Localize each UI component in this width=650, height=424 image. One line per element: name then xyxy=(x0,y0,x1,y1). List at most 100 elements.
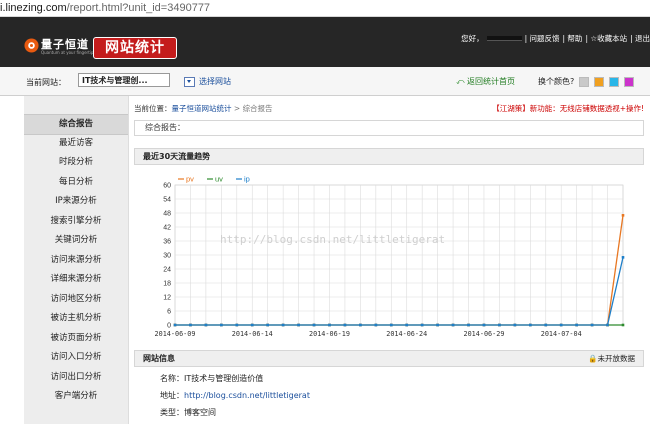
data-point-ip xyxy=(389,323,393,327)
y-tick-label: 6 xyxy=(167,309,171,316)
watermark-text: http://blog.csdn.net/littletigerat xyxy=(220,233,445,246)
site-type-label: 类型： xyxy=(160,408,184,417)
data-point-ip xyxy=(451,323,455,327)
data-point-ip xyxy=(590,323,594,327)
data-point-ip xyxy=(359,323,362,327)
data-point-ip xyxy=(343,323,347,327)
data-point-ip xyxy=(189,323,192,327)
y-tick-label: 54 xyxy=(163,197,171,204)
lock-icon: 🔒 xyxy=(588,354,598,363)
skin-label: 换个颜色? xyxy=(538,77,575,86)
y-tick-label: 30 xyxy=(163,253,171,260)
y-tick-label: 48 xyxy=(163,211,171,218)
report-sidebar: 综合报告 最近访客 时段分析 每日分析 IP来源分析 搜索引擎分析 关键词分析 … xyxy=(24,96,129,424)
data-point-ip xyxy=(575,323,578,327)
data-point-ip xyxy=(173,323,177,327)
legend-label-ip: ip xyxy=(244,175,250,184)
data-point-ip xyxy=(467,323,470,327)
main-content: 当前位置：量子恒道网站统计 > 综合报告 【江湖策】新功能：无线店铺数据透视+操… xyxy=(134,96,644,424)
x-tick-label: 2014-06-24 xyxy=(386,330,427,338)
back-home-link[interactable]: ⤺ 返回统计首页 xyxy=(456,76,515,87)
data-point-ip xyxy=(621,256,625,259)
data-point-ip xyxy=(436,323,439,327)
current-site-label: 当前网站： xyxy=(26,78,66,87)
site-type-value: 博客空间 xyxy=(184,408,216,417)
current-site-select[interactable]: IT技术与管理创... xyxy=(78,73,170,87)
top-links: 您好， | 问题反馈 | 帮助 | ☆收藏本站 | 退出 xyxy=(458,33,650,44)
logout-link[interactable]: | 退出 xyxy=(630,33,650,44)
skin-swatch-orange[interactable] xyxy=(594,76,605,87)
data-point-ip xyxy=(374,323,378,327)
logo-subtext: Quantum at your fingertips xyxy=(41,50,96,55)
data-point-ip xyxy=(529,323,532,327)
x-tick-label: 2014-06-19 xyxy=(309,330,350,338)
y-tick-label: 36 xyxy=(163,239,171,246)
sidebar-item-visit-source[interactable]: 访问来源分析 xyxy=(24,251,128,270)
breadcrumb-home-link[interactable]: 量子恒道网站统计 xyxy=(172,104,232,113)
sidebar-item-search-engine[interactable]: 搜索引擎分析 xyxy=(24,212,128,231)
site-address-link[interactable]: http://blog.csdn.net/littletigerat xyxy=(184,391,310,400)
data-point-ip xyxy=(281,323,285,327)
sidebar-item-keywords[interactable]: 关键词分析 xyxy=(24,231,128,250)
summary-box: 综合报告： xyxy=(134,120,644,136)
address-bar[interactable]: i.linezing.com/report.html?unit_id=34907… xyxy=(0,0,650,16)
sidebar-item-client[interactable]: 客户端分析 xyxy=(24,387,128,406)
data-point-ip xyxy=(513,323,517,327)
site-address-row: 地址：http://blog.csdn.net/littletigerat xyxy=(160,390,310,401)
top-header: 量子恒道 Quantum at your fingertips 网站统计 您好，… xyxy=(0,17,650,67)
skin-swatch-blue[interactable] xyxy=(609,76,620,87)
sidebar-item-daily-analysis[interactable]: 每日分析 xyxy=(24,173,128,192)
sidebar-item-summary[interactable]: 综合报告 xyxy=(24,114,128,135)
username-redacted xyxy=(486,36,522,41)
breadcrumb-prefix: 当前位置： xyxy=(134,104,172,113)
y-tick-label: 0 xyxy=(167,323,171,330)
skin-swatch-purple[interactable] xyxy=(624,76,635,87)
data-point-ip xyxy=(328,323,331,327)
site-info-title: 网站信息 xyxy=(143,354,175,363)
skin-picker: 换个颜色? xyxy=(538,76,635,87)
traffic-trend-chart: 0 6 12 18 24 30 36 42 48 54 60 2014-06-09 2014-06-14… xyxy=(155,175,625,338)
data-point-ip xyxy=(606,323,609,327)
breadcrumb-separator: > xyxy=(231,104,243,113)
breadcrumb: 当前位置：量子恒道网站统计 > 综合报告 xyxy=(134,103,273,114)
sidebar-item-time-analysis[interactable]: 时段分析 xyxy=(24,153,128,172)
x-tick-label: 2014-06-14 xyxy=(232,330,273,338)
legend-label-uv: uv xyxy=(215,175,223,184)
feedback-link[interactable]: | 问题反馈 xyxy=(525,33,560,44)
greeting: 您好， xyxy=(461,34,484,43)
sidebar-item-host[interactable]: 被访主机分析 xyxy=(24,309,128,328)
data-point-ip xyxy=(204,323,208,327)
data-point-ip xyxy=(482,323,486,327)
sidebar-item-region[interactable]: 访问地区分析 xyxy=(24,290,128,309)
sidebar-item-entry[interactable]: 访问入口分析 xyxy=(24,348,128,367)
sidebar-item-detailed-source[interactable]: 详细来源分析 xyxy=(24,270,128,289)
site-name-row: 名称：IT技术与管理创造价值 xyxy=(160,373,263,384)
sidebar-item-ip-source[interactable]: IP来源分析 xyxy=(24,192,128,211)
y-tick-label: 24 xyxy=(163,267,171,274)
sidebar-item-exit[interactable]: 访问出口分析 xyxy=(24,368,128,387)
y-tick-label: 60 xyxy=(163,183,171,190)
site-name-value: IT技术与管理创造价值 xyxy=(184,374,264,383)
url-host: i.linezing.com xyxy=(0,2,67,14)
x-tick-label: 2014-06-29 xyxy=(464,330,505,338)
site-toolbar: 当前网站： IT技术与管理创... 选择网站 ⤺ 返回统计首页 换个颜色? xyxy=(0,67,650,96)
choose-site-button[interactable]: 选择网站 xyxy=(184,76,231,87)
site-logo[interactable]: 量子恒道 Quantum at your fingertips 网站统计 xyxy=(24,36,177,59)
sidebar-item-pages[interactable]: 被访页面分析 xyxy=(24,329,128,348)
data-point-ip xyxy=(235,323,239,327)
site-type-row: 类型：博客空间 xyxy=(160,407,216,418)
bookmark-link[interactable]: | ☆收藏本站 xyxy=(585,33,627,44)
data-point-ip xyxy=(297,323,300,327)
y-tick-label: 18 xyxy=(163,281,171,288)
data-point-ip xyxy=(559,323,563,327)
choose-site-label: 选择网站 xyxy=(199,77,231,86)
help-link[interactable]: | 帮助 xyxy=(563,33,583,44)
data-point-pv xyxy=(621,214,625,217)
sidebar-item-recent-visitors[interactable]: 最近访客 xyxy=(24,134,128,153)
x-tick-label: 2014-06-09 xyxy=(155,330,196,338)
promo-link[interactable]: 【江湖策】新功能：无线店铺数据透视+操作! xyxy=(492,103,644,114)
data-point-ip xyxy=(266,323,269,327)
skin-swatch-gray[interactable] xyxy=(579,76,590,87)
data-point-ip xyxy=(498,323,501,327)
data-point-ip xyxy=(220,323,223,327)
